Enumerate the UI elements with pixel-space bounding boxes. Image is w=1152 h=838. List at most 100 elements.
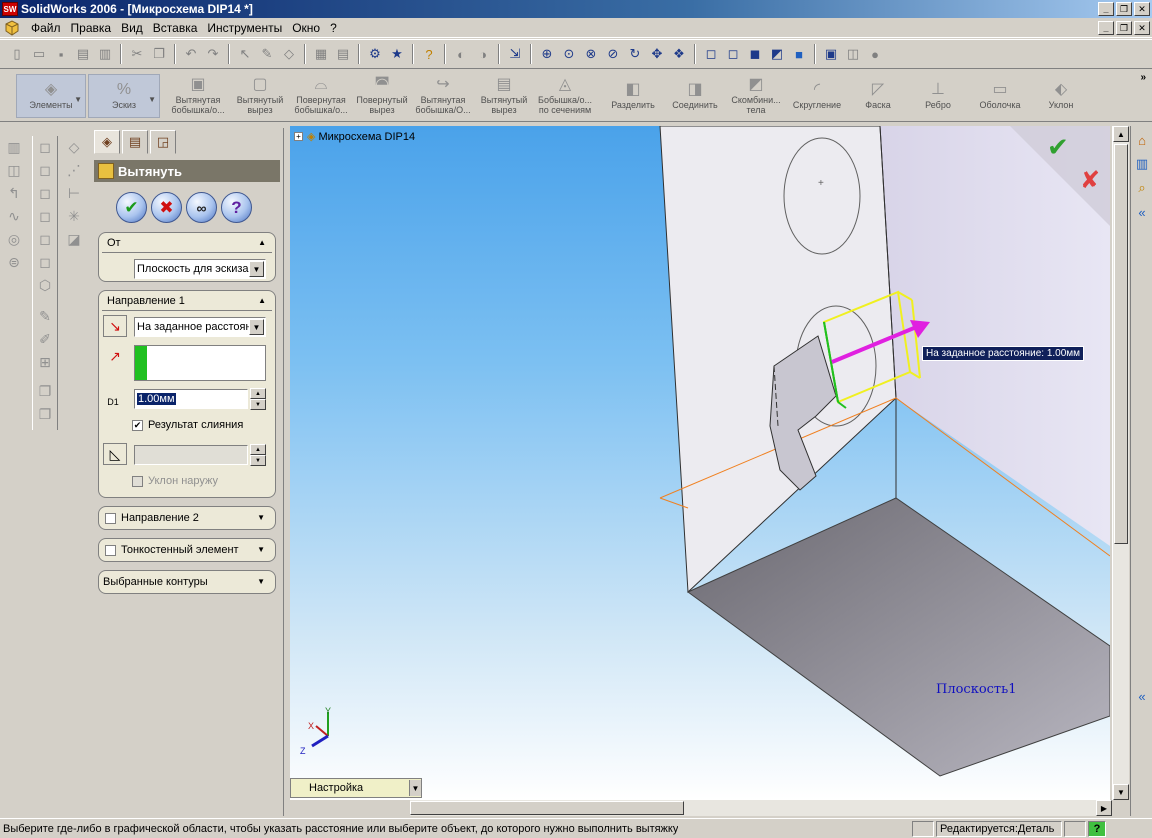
rebuild-icon[interactable]: ▥ — [95, 44, 115, 64]
confirm-ok-icon[interactable]: ✔ — [1047, 133, 1069, 163]
scroll-thumb[interactable] — [1114, 144, 1128, 544]
realview-icon[interactable]: ● — [865, 44, 885, 64]
ok-button[interactable]: ✔ — [116, 192, 147, 223]
cube-view-icon[interactable]: ⬡ — [33, 274, 57, 297]
zoom-fit-icon[interactable]: ⊕ — [537, 44, 557, 64]
favorites-icon[interactable]: ★ — [387, 44, 407, 64]
collapse-icon[interactable]: « — [1133, 202, 1151, 222]
sketch-pen-icon[interactable]: ✐ — [33, 328, 57, 351]
feature-manager-tab[interactable]: ◈ — [94, 130, 120, 154]
collapse-icon[interactable]: « — [1133, 686, 1151, 706]
pen-icon[interactable]: ✎ — [33, 305, 57, 328]
chevron-down-icon[interactable]: ▼ — [257, 545, 265, 554]
cube-view-icon[interactable]: ◻ — [33, 159, 57, 182]
tool-fillet[interactable]: ◜ Скругление — [786, 74, 848, 118]
mate-reference-icon[interactable]: ◪ — [62, 228, 86, 251]
sweep-icon[interactable]: ↰ — [2, 182, 26, 205]
spin-up-icon[interactable]: ▲ — [250, 388, 266, 399]
redo-icon[interactable]: ↷ — [203, 44, 223, 64]
start-condition-select[interactable]: Плоскость для эскиза ▼ — [134, 259, 266, 279]
close-button[interactable]: ✕ — [1134, 2, 1150, 16]
feature-tree-root[interactable]: + ◈ Микросхема DIP14 — [294, 130, 415, 143]
help-button[interactable]: ? — [221, 192, 252, 223]
hidden-lines-visible-icon[interactable]: ◻ — [723, 44, 743, 64]
cube-view-icon[interactable]: ◻ — [33, 251, 57, 274]
plane-icon[interactable]: ◇ — [62, 136, 86, 159]
depth-input[interactable]: 1.00мм — [134, 389, 248, 409]
direction-selection-box[interactable] — [134, 345, 266, 381]
undo-icon[interactable]: ↶ — [181, 44, 201, 64]
preview-button[interactable]: ∞ — [186, 192, 217, 223]
cube-view-icon[interactable]: ◻ — [33, 205, 57, 228]
layers-icon[interactable]: ▤ — [333, 44, 353, 64]
graphics-area[interactable]: + ✔ ✘ Y X Z + ◈ Микросхема DIP14 На зада… — [290, 126, 1110, 800]
from-group-header[interactable]: От ▲ — [102, 233, 272, 253]
shaded-edges-icon[interactable]: ◩ — [767, 44, 787, 64]
spin-down-icon[interactable]: ▼ — [250, 399, 266, 410]
hidden-lines-removed-icon[interactable]: ◼ — [745, 44, 765, 64]
cm-tab-sketch[interactable]: % Эскиз ▼ — [88, 74, 160, 118]
extrude-icon[interactable]: ▥ — [2, 136, 26, 159]
cube-view-icon[interactable]: ◻ — [33, 182, 57, 205]
merge-result-checkbox[interactable]: ✔ Результат слияния — [132, 419, 243, 431]
part-document-icon[interactable] — [4, 19, 20, 36]
copy-body-icon[interactable]: ❐ — [33, 380, 57, 403]
section-view-icon[interactable]: ◫ — [843, 44, 863, 64]
depth-spinner[interactable]: ▲ ▼ — [250, 388, 266, 410]
end-condition-select[interactable]: На заданное расстояние ▼ — [134, 317, 266, 337]
tool-extruded-cut[interactable]: ▢ Вытянутый вырез — [232, 74, 288, 118]
horizontal-scrollbar[interactable]: ▶ — [410, 800, 1112, 816]
tool-split[interactable]: ◧ Разделить — [604, 74, 662, 118]
tool-swept-boss[interactable]: ↪ Вытянутая бобышка/О... — [412, 74, 474, 118]
options-icon[interactable]: ⚙ — [365, 44, 385, 64]
h-scroll-thumb[interactable] — [410, 801, 684, 815]
scroll-down-icon[interactable]: ▼ — [1113, 784, 1129, 800]
pan-icon[interactable]: ✥ — [647, 44, 667, 64]
point-icon[interactable]: ✳ — [62, 205, 86, 228]
menu-edit[interactable]: Правка — [66, 19, 117, 37]
draft-toggle-icon[interactable]: ◺ — [103, 443, 127, 465]
help-icon[interactable]: ? — [1088, 821, 1106, 837]
confirm-cancel-icon[interactable]: ✘ — [1080, 166, 1100, 194]
checkbox-checked-icon[interactable]: ✔ — [132, 419, 143, 431]
stamp-icon[interactable]: ⊞ — [33, 351, 57, 374]
home-icon[interactable]: ⌂ — [1133, 130, 1151, 150]
tool-draft[interactable]: ⬖ Уклон — [1034, 74, 1088, 118]
grid-icon[interactable]: ▦ — [311, 44, 331, 64]
vertical-scrollbar[interactable]: ▲ ▼ — [1112, 126, 1129, 800]
doc-restore-button[interactable]: ❐ — [1116, 21, 1132, 35]
sketch-tool-icon[interactable]: ✎ — [257, 44, 277, 64]
help-icon[interactable]: ? — [419, 44, 439, 64]
wireframe-icon[interactable]: ◻ — [701, 44, 721, 64]
tool-swept-cut[interactable]: ▤ Вытянутый вырез — [476, 74, 532, 118]
menu-file[interactable]: Файл — [26, 19, 66, 37]
direction2-checkbox[interactable] — [105, 512, 116, 524]
shadows-icon[interactable]: ▣ — [821, 44, 841, 64]
paste-body-icon[interactable]: ❐ — [33, 403, 57, 426]
minimize-button[interactable]: _ — [1098, 2, 1114, 16]
configuration-manager-tab[interactable]: ◲ — [150, 130, 176, 154]
tool-combine[interactable]: ◩ Скомбини... тела — [726, 74, 786, 118]
wrap-icon[interactable]: ⊜ — [2, 251, 26, 274]
tool-join[interactable]: ◨ Соединить — [664, 74, 726, 118]
tool1-icon[interactable]: ◐ — [451, 44, 471, 64]
doc-close-button[interactable]: ✕ — [1134, 21, 1150, 35]
library-icon[interactable]: ▥ — [1133, 154, 1151, 174]
select-filter-icon[interactable]: ⇲ — [505, 44, 525, 64]
direction1-group-header[interactable]: Направление 1 ▲ — [102, 291, 272, 311]
tool-rib[interactable]: ⊥ Ребро — [910, 74, 966, 118]
property-manager-tab[interactable]: ▤ — [122, 130, 148, 154]
chevron-up-icon[interactable]: ▲ — [258, 296, 266, 305]
doc-minimize-button[interactable]: _ — [1098, 21, 1114, 35]
chevron-down-icon[interactable]: ▼ — [257, 577, 265, 586]
chevron-up-icon[interactable]: ▲ — [258, 238, 266, 247]
tool2-icon[interactable]: ◑ — [473, 44, 493, 64]
cancel-button[interactable]: ✖ — [151, 192, 182, 223]
rotate-view-icon[interactable]: ↻ — [625, 44, 645, 64]
zoom-area-icon[interactable]: ⊙ — [559, 44, 579, 64]
search-icon[interactable]: ⌕ — [1133, 178, 1151, 198]
chevron-down-icon[interactable]: ▼ — [409, 780, 421, 796]
select-icon[interactable]: ↖ — [235, 44, 255, 64]
direction2-group[interactable]: Направление 2 ▼ — [98, 506, 276, 530]
tool-shell[interactable]: ▭ Оболочка — [970, 74, 1030, 118]
